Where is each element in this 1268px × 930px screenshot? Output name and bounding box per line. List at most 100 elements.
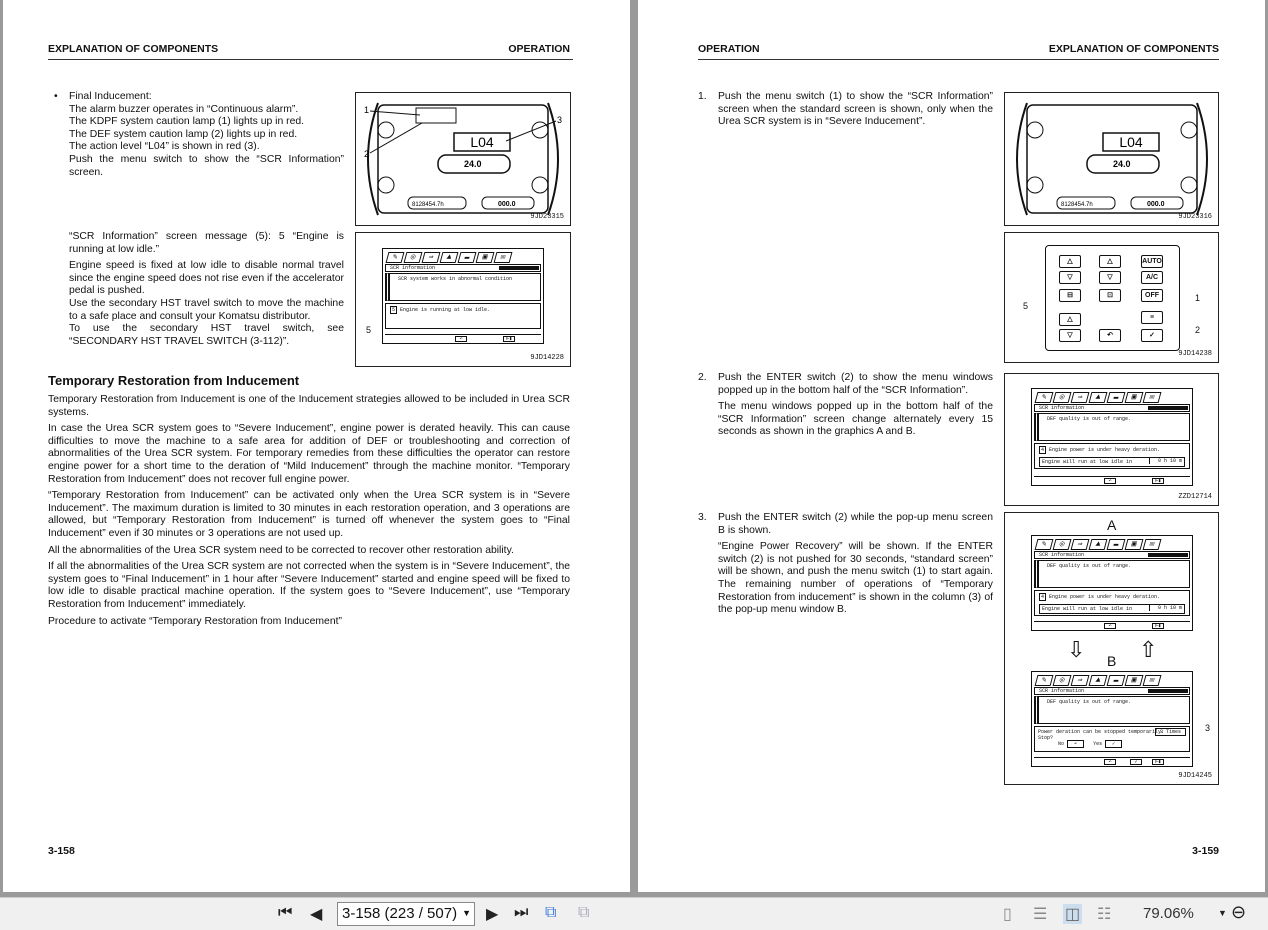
previous-page-button[interactable]: ◀ <box>310 904 322 924</box>
span: Power deration can be stopped temporaril… <box>1038 729 1165 735</box>
tab: ▲ <box>1088 392 1108 403</box>
tab: ▲ <box>439 252 459 263</box>
tab: ▣ <box>1124 675 1144 686</box>
off-key: OFF <box>1141 289 1163 302</box>
circle <box>1026 176 1044 194</box>
next-view-icon[interactable]: ⧉ <box>578 904 589 922</box>
tabs: ✎ ◎ ⇒ ▲ ▬ ▣ ✉ <box>1034 392 1162 403</box>
circle <box>377 176 395 194</box>
paragraph: Temporary Restoration from Inducement is… <box>48 394 570 418</box>
span: 5 <box>390 306 398 314</box>
span: 3 Times <box>1154 728 1186 736</box>
text: 24.0 <box>1113 159 1131 169</box>
text: 3 <box>557 115 562 125</box>
zoom-level[interactable]: 79.06% <box>1143 905 1194 922</box>
path <box>1016 102 1028 216</box>
step-2-text: Push the ENTER switch (2) to show the me… <box>718 372 993 443</box>
continuous-facing-view-icon[interactable]: ☷ <box>1097 904 1111 924</box>
tab: ◎ <box>1052 675 1072 686</box>
key: △ <box>1059 313 1081 326</box>
paragraph: Procedure to activate “Temporary Restora… <box>48 615 342 627</box>
last-page-button[interactable]: ⏭ <box>514 904 528 922</box>
div: Power deration can be stopped temporaril… <box>1038 728 1186 736</box>
scr-screen-figure: ✎ ◎ ⇒ ▲ ▬ ▣ ✉ SCR information SCR system works… <box>355 232 571 367</box>
text-line: The alarm buzzer operates in “Continuous… <box>69 103 299 115</box>
figure-id: 9JD23315 <box>530 213 564 221</box>
first-page-button[interactable]: ⏮ <box>278 904 292 922</box>
text-line: The action level “L04” is shown in red (… <box>69 141 260 153</box>
zoom-out-icon[interactable]: ⊖ <box>1231 902 1246 923</box>
span: ✓ <box>1105 740 1123 748</box>
circle <box>1180 121 1198 139</box>
menu-key: ≡ <box>1141 311 1163 324</box>
chevron-down-icon[interactable]: ▼ <box>462 908 471 918</box>
low: Power deration can be stopped temporaril… <box>1034 726 1190 752</box>
tab: ⇒ <box>1070 675 1090 686</box>
pdf-toolbar: ⏮ ◀ 3-158 (223 / 507) ▼ ▶ ⏭ ⧉ ⧉ ▯ ☰ ◫ ☷ 7… <box>0 897 1268 930</box>
key: ⊡ <box>1099 289 1121 302</box>
scr-screen: ✎ ◎ ⇒ ▲ ▬ ▣ ✉ SCR information SCR system works… <box>382 248 544 344</box>
span: No <box>1058 741 1065 747</box>
bullet: • <box>54 91 58 102</box>
circle <box>1180 176 1198 194</box>
zoom-dropdown-icon[interactable]: ▼ <box>1218 908 1227 918</box>
tab: ✉ <box>1142 675 1162 686</box>
odometer: 000.0 <box>498 201 516 208</box>
key: ▽ <box>1099 271 1121 284</box>
span: Engine will run at low idle in <box>1042 606 1133 612</box>
paragraph: All the abnormalities of the Urea SCR sy… <box>48 544 514 556</box>
text: L04 <box>1119 134 1143 150</box>
scr-popup-ab-figure: A ✎ ◎ ⇒ ▲ ▬ ▣ ✉ SCR information DEF quality is… <box>1004 512 1219 785</box>
running-header-right: OPERATION <box>508 43 570 55</box>
arrow-up-icon: ⇧ <box>1139 637 1158 662</box>
figure-id: 9JD14238 <box>1178 350 1212 358</box>
header-rule <box>698 59 1219 60</box>
right-page: OPERATION EXPLANATION OF COMPONENTS 1. P… <box>638 0 1265 892</box>
tab: ▬ <box>457 252 477 263</box>
tab: ⇒ <box>1070 392 1090 403</box>
text-line: Push the menu switch to show the “SCR In… <box>69 153 344 178</box>
span: Engine power is under heavy deration. <box>1049 594 1161 600</box>
figure-id: 9JD23316 <box>1178 213 1212 221</box>
arrow-down-icon: ⇩ <box>1067 637 1086 662</box>
left-page: EXPLANATION OF COMPONENTS OPERATION • Fi… <box>3 0 630 892</box>
tab: ▲ <box>1088 539 1108 550</box>
foot: ↶ ⊳▮ <box>1034 621 1190 629</box>
low: 4 Engine power is under heavy deration. … <box>1034 443 1190 469</box>
tab: ⇒ <box>1070 539 1090 550</box>
continuous-view-icon[interactable]: ☰ <box>1033 904 1047 924</box>
previous-view-icon[interactable]: ⧉ <box>545 904 556 922</box>
circle <box>531 176 549 194</box>
circle <box>377 121 395 139</box>
step-1-text: Push the menu switch (1) to show the “SC… <box>718 91 993 128</box>
text-para: “SCR Information” screen message (5): 5 … <box>69 231 344 255</box>
tabs: ✎ ◎ ⇒ ▲ ▬ ▣ ✉ <box>1034 539 1162 550</box>
key: △ <box>1059 255 1081 268</box>
scr-screen-a: ✎ ◎ ⇒ ▲ ▬ ▣ ✉ SCR information DEF quality is o… <box>1031 535 1193 631</box>
path <box>367 102 379 216</box>
span: 3-158 (223 / 507) <box>342 905 458 922</box>
figure-id: 9JD14245 <box>1178 772 1212 780</box>
blk <box>1148 406 1188 410</box>
row2: Engine will run at low idle in 0 h 10 m <box>1039 604 1185 614</box>
div: No ↶ Yes ✓ <box>1058 740 1186 748</box>
fb: ⊳▮ <box>1152 623 1164 629</box>
page-number-field[interactable]: 3-158 (223 / 507) ▼ <box>337 902 475 926</box>
text-line: The DEF system caution lamp (2) lights u… <box>69 128 298 140</box>
tab: ▬ <box>1106 675 1126 686</box>
single-page-view-icon[interactable]: ▯ <box>1003 904 1012 924</box>
speed-readout: 24.0 <box>464 159 482 169</box>
next-page-button[interactable]: ▶ <box>486 904 498 924</box>
section-title: Temporary Restoration from Inducement <box>48 373 300 388</box>
span: Yes <box>1093 741 1103 747</box>
facing-view-icon[interactable]: ◫ <box>1063 904 1083 924</box>
span: Engine is running at low idle. <box>400 307 491 313</box>
span: SCR information <box>390 265 436 271</box>
p: The menu windows popped up in the bottom… <box>718 401 993 438</box>
span: 4 <box>1039 593 1047 601</box>
text: 8128454.7h <box>1061 202 1093 208</box>
paragraph: In case the Urea SCR system goes to “Sev… <box>48 423 570 485</box>
text-line: The KDPF system caution lamp (1) lights … <box>69 116 305 128</box>
text-para: Use the secondary HST travel switch to m… <box>69 297 344 322</box>
msg: DEF quality is out of range. <box>1034 696 1190 724</box>
